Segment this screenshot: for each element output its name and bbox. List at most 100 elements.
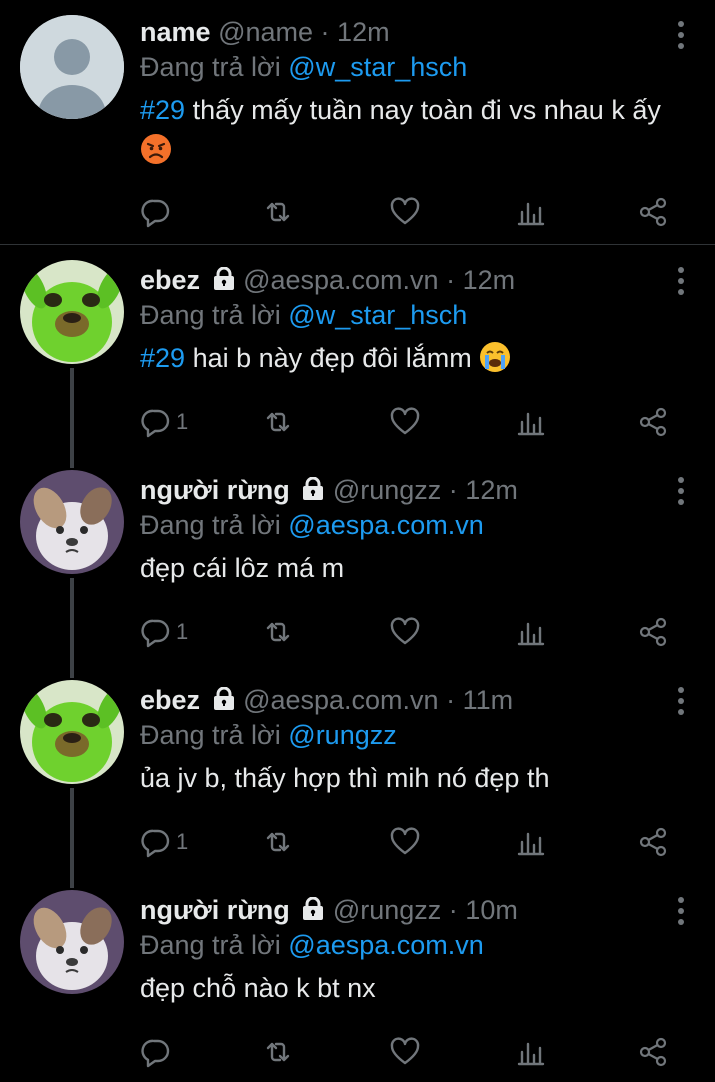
reply-prefix: Đang trả lời — [140, 52, 281, 82]
tweet[interactable]: name @name · 12m Đang trả lời @w_star_hs… — [0, 0, 715, 244]
reply-button[interactable] — [140, 192, 176, 232]
analytics-button[interactable] — [515, 192, 547, 232]
analytics-icon — [517, 202, 545, 226]
share-icon — [639, 1037, 667, 1067]
share-button[interactable] — [637, 402, 669, 442]
reply-button[interactable]: 1 — [140, 402, 188, 442]
handle[interactable]: @name — [218, 17, 313, 47]
tweet[interactable]: người rừng @rungzz · 10m Đang trả lời @a… — [0, 878, 715, 1082]
display-name[interactable]: ebez — [140, 265, 200, 295]
display-name[interactable]: ebez — [140, 685, 200, 715]
reply-icon — [141, 829, 170, 858]
lock-icon — [213, 267, 234, 290]
reply-prefix: Đang trả lời — [140, 510, 281, 540]
tweet-body: ủa jv b, thấy hợp thì mih nó đẹp th — [140, 763, 550, 793]
tweet-text: đẹp cái lôz má m — [140, 548, 675, 588]
analytics-icon — [517, 622, 545, 646]
tweet-body: đẹp cái lôz má m — [140, 553, 345, 583]
default-avatar[interactable] — [20, 15, 124, 119]
reply-count: 1 — [176, 829, 189, 854]
display-name[interactable]: người rừng — [140, 475, 290, 505]
timestamp[interactable]: 12m — [337, 17, 390, 47]
analytics-button[interactable] — [515, 1032, 547, 1072]
handle[interactable]: @aespa.com.vn — [243, 685, 439, 715]
timestamp[interactable]: 12m — [463, 265, 516, 295]
green-dog-avatar[interactable] — [20, 260, 124, 364]
replying-to: Đang trả lời @rungzz — [140, 718, 675, 752]
heart-icon — [390, 617, 420, 645]
lock-icon — [213, 687, 234, 710]
timestamp[interactable]: 12m — [465, 475, 518, 505]
separator-dot: · — [446, 685, 456, 715]
display-name[interactable]: người rừng — [140, 895, 290, 925]
like-button[interactable] — [389, 402, 421, 442]
lock-icon — [303, 477, 324, 500]
reply-icon — [141, 409, 170, 438]
sad-puppy-avatar[interactable] — [20, 470, 124, 574]
reply-button[interactable]: 1 — [140, 612, 188, 652]
more-options-icon[interactable] — [677, 20, 685, 50]
like-button[interactable] — [389, 612, 421, 652]
mention-link[interactable]: @w_star_hsch — [288, 52, 467, 82]
hashtag-link[interactable]: #29 — [140, 95, 185, 125]
retweet-icon — [266, 1042, 290, 1062]
retweet-icon — [266, 832, 290, 852]
reply-icon — [141, 199, 170, 228]
retweet-button[interactable] — [262, 402, 294, 442]
more-options-icon[interactable] — [677, 476, 685, 506]
timestamp[interactable]: 10m — [465, 895, 518, 925]
replying-to: Đang trả lời @w_star_hsch — [140, 50, 675, 84]
mention-link[interactable]: @aespa.com.vn — [288, 930, 484, 960]
tweet-body: hai b này đẹp đôi lắmm — [185, 343, 472, 373]
tweet[interactable]: người rừng @rungzz · 12m Đang trả lời @a… — [0, 458, 715, 668]
retweet-button[interactable] — [262, 192, 294, 232]
reply-icon — [141, 1039, 170, 1068]
green-dog-avatar[interactable] — [20, 680, 124, 784]
heart-icon — [390, 1037, 420, 1065]
handle[interactable]: @rungzz — [333, 895, 441, 925]
share-button[interactable] — [637, 192, 669, 232]
share-button[interactable] — [637, 612, 669, 652]
retweet-button[interactable] — [262, 1032, 294, 1072]
tweet-body: thấy mấy tuần nay toàn đi vs nhau k ấy — [185, 95, 661, 125]
mention-link[interactable]: @rungzz — [288, 720, 396, 750]
retweet-icon — [266, 622, 290, 642]
timestamp[interactable]: 11m — [463, 685, 514, 715]
reply-prefix: Đang trả lời — [140, 300, 281, 330]
sad-puppy-avatar[interactable] — [20, 890, 124, 994]
more-options-icon[interactable] — [677, 686, 685, 716]
more-options-icon[interactable] — [677, 266, 685, 296]
tweet[interactable]: ebez @aespa.com.vn · 12m Đang trả lời @w… — [0, 248, 715, 458]
separator-dot: · — [320, 17, 330, 47]
reply-button[interactable]: 1 — [140, 822, 188, 862]
mention-link[interactable]: @aespa.com.vn — [288, 510, 484, 540]
separator-dot: · — [448, 475, 458, 505]
retweet-button[interactable] — [262, 612, 294, 652]
tweet-body: đẹp chỗ nào k bt nx — [140, 973, 376, 1003]
replying-to: Đang trả lời @aespa.com.vn — [140, 928, 675, 962]
mention-link[interactable]: @w_star_hsch — [288, 300, 467, 330]
display-name[interactable]: name — [140, 17, 211, 47]
lock-icon — [303, 897, 324, 920]
reply-button[interactable] — [140, 1032, 176, 1072]
hashtag-link[interactable]: #29 — [140, 343, 185, 373]
analytics-icon — [517, 1042, 545, 1066]
share-icon — [639, 407, 667, 437]
like-button[interactable] — [389, 1032, 421, 1072]
analytics-button[interactable] — [515, 612, 547, 652]
more-options-icon[interactable] — [677, 896, 685, 926]
handle[interactable]: @aespa.com.vn — [243, 265, 439, 295]
replying-to: Đang trả lời @aespa.com.vn — [140, 508, 675, 542]
like-button[interactable] — [389, 192, 421, 232]
analytics-button[interactable] — [515, 822, 547, 862]
separator-dot: · — [446, 265, 456, 295]
analytics-icon — [517, 412, 545, 436]
reply-prefix: Đang trả lời — [140, 720, 281, 750]
tweet[interactable]: ebez @aespa.com.vn · 11m Đang trả lời @r… — [0, 668, 715, 878]
like-button[interactable] — [389, 822, 421, 862]
share-button[interactable] — [637, 1032, 669, 1072]
analytics-button[interactable] — [515, 402, 547, 442]
share-button[interactable] — [637, 822, 669, 862]
handle[interactable]: @rungzz — [333, 475, 441, 505]
retweet-button[interactable] — [262, 822, 294, 862]
